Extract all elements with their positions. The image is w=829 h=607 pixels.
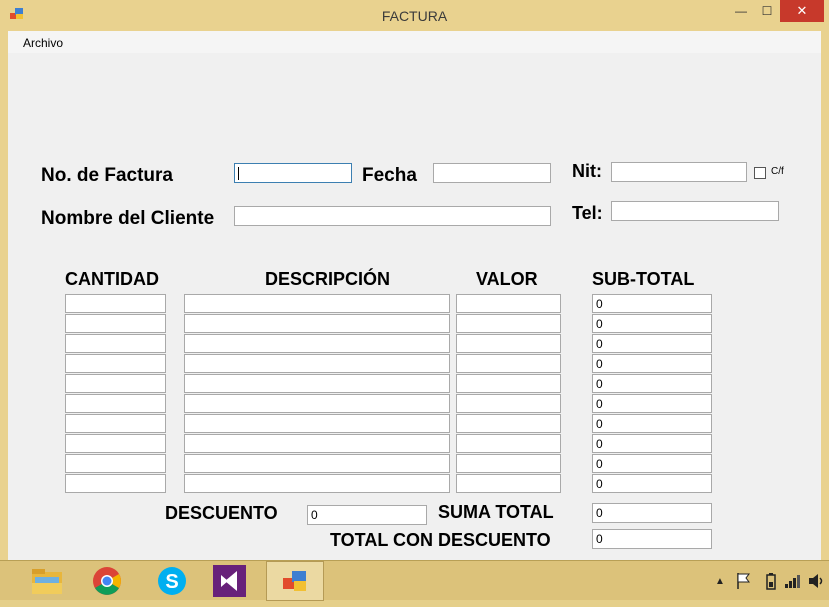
file-explorer-icon (32, 569, 62, 594)
descripcion-cell[interactable] (184, 474, 450, 493)
show-hidden-icons-icon[interactable]: ▲ (715, 576, 725, 587)
chrome-icon (93, 567, 121, 595)
descripcion-cell[interactable] (184, 354, 450, 373)
subtotal-cell[interactable]: 0 (592, 414, 712, 433)
subtotal-cell[interactable]: 0 (592, 474, 712, 493)
column-header-subtotal: SUB-TOTAL (592, 269, 695, 289)
column-header-valor: VALOR (476, 269, 538, 289)
visual-studio-icon (213, 565, 246, 597)
subtotal-cell[interactable]: 0 (592, 354, 712, 373)
cantidad-cell[interactable] (65, 294, 166, 313)
column-header-descripcion: DESCRIPCIÓN (265, 269, 391, 289)
total-with-discount-field[interactable]: 0 (592, 529, 712, 549)
taskbar-skype[interactable]: S (143, 561, 201, 601)
taskbar: S ▲ (0, 560, 829, 601)
valor-cell[interactable] (456, 394, 561, 413)
subtotal-cell[interactable]: 0 (592, 374, 712, 393)
volume-icon[interactable] (808, 573, 826, 589)
sum-total-field[interactable]: 0 (592, 503, 712, 523)
date-input[interactable] (433, 163, 551, 183)
column-header-cantidad: CANTIDAD (65, 269, 159, 289)
descripcion-cell[interactable] (184, 414, 450, 433)
minimize-button[interactable]: — (728, 0, 754, 22)
cantidad-cell[interactable] (65, 314, 166, 333)
taskbar-windows-forms-app[interactable] (266, 561, 324, 601)
cantidad-cell[interactable] (65, 394, 166, 413)
sum-total-label: SUMA TOTAL (438, 502, 554, 522)
cantidad-cell[interactable] (65, 454, 166, 473)
invoice-number-input[interactable] (234, 163, 352, 183)
descripcion-cell[interactable] (184, 314, 450, 333)
subtotal-cell[interactable]: 0 (592, 314, 712, 333)
tel-label: Tel: (572, 203, 603, 223)
cf-checkbox[interactable] (754, 167, 766, 179)
text-cursor (238, 167, 239, 181)
descripcion-cell[interactable] (184, 454, 450, 473)
taskbar-chrome[interactable] (78, 561, 136, 601)
tel-input[interactable] (611, 201, 779, 221)
cantidad-cell[interactable] (65, 434, 166, 453)
cantidad-cell[interactable] (65, 414, 166, 433)
svg-text:S: S (165, 571, 178, 593)
taskbar-file-explorer[interactable] (18, 561, 76, 601)
valor-cell[interactable] (456, 314, 561, 333)
subtotal-cell[interactable]: 0 (592, 334, 712, 353)
client-name-input[interactable] (234, 206, 551, 226)
valor-cell[interactable] (456, 334, 561, 353)
discount-label: DESCUENTO (165, 503, 278, 523)
valor-cell[interactable] (456, 434, 561, 453)
descripcion-cell[interactable] (184, 434, 450, 453)
window-title: FACTURA (381, 8, 448, 24)
windows-forms-app-icon (283, 571, 306, 591)
valor-cell[interactable] (456, 354, 561, 373)
subtotal-cell[interactable]: 0 (592, 294, 712, 313)
subtotal-cell[interactable]: 0 (592, 454, 712, 473)
app-window: FACTURA — ☐ ✕ Archivo No. de Factura Fec… (0, 0, 829, 560)
cantidad-cell[interactable] (65, 474, 166, 493)
subtotal-cell[interactable]: 0 (592, 434, 712, 453)
nit-label: Nit: (572, 161, 602, 181)
discount-input[interactable]: 0 (307, 505, 427, 525)
valor-cell[interactable] (456, 414, 561, 433)
cf-checkbox-label: C/f (771, 166, 784, 177)
descripcion-cell[interactable] (184, 334, 450, 353)
battery-icon[interactable] (765, 572, 777, 590)
valor-cell[interactable] (456, 374, 561, 393)
menu-item-archivo[interactable]: Archivo (23, 36, 63, 50)
descripcion-cell[interactable] (184, 374, 450, 393)
valor-cell[interactable] (456, 474, 561, 493)
client-name-label: Nombre del Cliente (41, 208, 215, 229)
cantidad-cell[interactable] (65, 374, 166, 393)
maximize-button[interactable]: ☐ (754, 0, 780, 22)
skype-icon: S (158, 567, 186, 595)
valor-cell[interactable] (456, 294, 561, 313)
valor-cell[interactable] (456, 454, 561, 473)
action-center-flag-icon[interactable] (736, 572, 752, 590)
descripcion-cell[interactable] (184, 394, 450, 413)
invoice-number-label: No. de Factura (41, 165, 173, 186)
close-button[interactable]: ✕ (780, 0, 824, 22)
subtotal-cell[interactable]: 0 (592, 394, 712, 413)
total-with-discount-label: TOTAL CON DESCUENTO (330, 530, 551, 550)
title-bar: FACTURA — ☐ ✕ (0, 0, 829, 30)
date-label: Fecha (362, 165, 417, 186)
taskbar-visual-studio[interactable] (201, 561, 259, 601)
cantidad-cell[interactable] (65, 334, 166, 353)
network-signal-icon[interactable] (784, 573, 802, 589)
nit-input[interactable] (611, 162, 747, 182)
menu-bar: Archivo (8, 31, 821, 53)
form-client-area: Archivo No. de Factura Fecha Nit: C/f No… (8, 31, 821, 560)
cantidad-cell[interactable] (65, 354, 166, 373)
descripcion-cell[interactable] (184, 294, 450, 313)
